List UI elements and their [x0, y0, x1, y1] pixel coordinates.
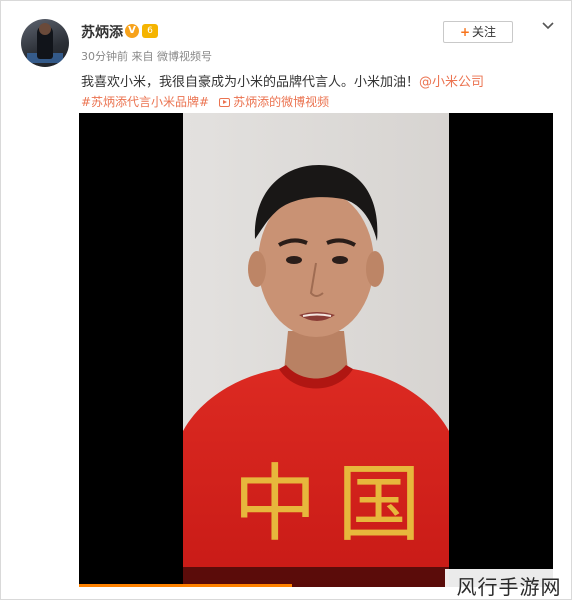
hashtag-link[interactable]: #苏炳添代言小米品牌# [81, 95, 209, 109]
video-progress-bar[interactable] [79, 584, 293, 587]
shirt-text-2: 国 [337, 455, 421, 553]
chevron-down-icon[interactable] [541, 19, 555, 33]
post-body: 我喜欢小米，我很自豪成为小米的品牌代言人。小米加油！ [81, 75, 420, 90]
shirt-text-1: 中 [233, 455, 317, 553]
video-link[interactable]: 苏炳添的微博视频 [233, 95, 329, 109]
site-watermark: 风行手游网 [445, 569, 571, 599]
verified-icon: V [125, 24, 139, 38]
follow-label: 关注 [472, 25, 497, 39]
video-icon [219, 98, 231, 107]
plus-icon: + [459, 25, 471, 39]
weibo-post-card: 苏炳添 V 6 30分钟前 来自 微博视频号 + 关注 我喜欢小米，我很自豪成为小… [0, 0, 572, 600]
video-player[interactable]: 中 国 [79, 113, 553, 587]
author-name[interactable]: 苏炳添 [81, 22, 123, 42]
video-frame: 中 国 [183, 113, 449, 587]
post-text: 我喜欢小米，我很自豪成为小米的品牌代言人。小米加油！@小米公司 [81, 71, 484, 90]
speaker-image: 中 国 [183, 113, 449, 587]
mention-link[interactable]: @小米公司 [419, 75, 484, 90]
follow-button[interactable]: + 关注 [443, 21, 513, 43]
vip-icon: 6 [142, 24, 158, 38]
post-meta: 30分钟前 来自 微博视频号 [81, 50, 212, 63]
post-links: #苏炳添代言小米品牌# 苏炳添的微博视频 [81, 93, 329, 110]
avatar[interactable] [21, 19, 69, 67]
